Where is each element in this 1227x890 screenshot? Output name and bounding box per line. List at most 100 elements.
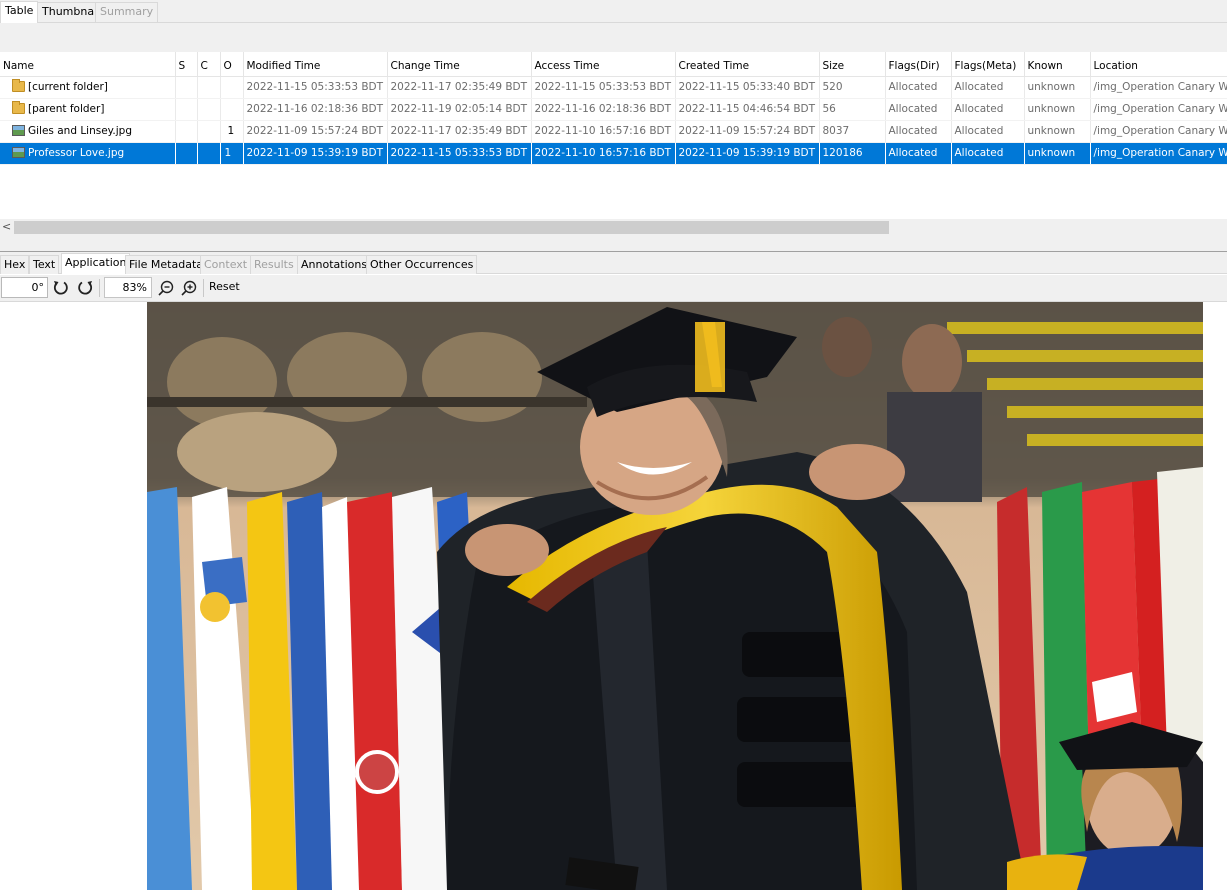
table-row[interactable]: [current folder] 2022-11-15 05:33:53 BDT…: [0, 76, 1227, 99]
column-header-known[interactable]: Known: [1024, 52, 1091, 77]
tab-summary[interactable]: Summary: [95, 2, 159, 22]
file-name: Professor Love.jpg: [28, 147, 125, 159]
tab-annotations[interactable]: Annotations: [297, 255, 372, 274]
split-pane-divider[interactable]: [0, 236, 1227, 252]
column-header-s[interactable]: S: [175, 52, 198, 77]
column-header-c[interactable]: C: [197, 52, 221, 77]
cell-s: [175, 142, 198, 165]
cell-name: [parent folder]: [0, 98, 176, 121]
cell-flags-dir: Allocated: [885, 98, 952, 121]
cell-created-time: 2022-11-09 15:39:19 BDT: [675, 142, 820, 165]
column-header-flags-dir[interactable]: Flags(Dir): [885, 52, 952, 77]
column-header-created-time[interactable]: Created Time: [675, 52, 820, 77]
cell-modified-time: 2022-11-09 15:39:19 BDT: [243, 142, 388, 165]
cell-flags-meta: Allocated: [951, 142, 1025, 165]
cell-o: [220, 76, 244, 99]
column-header-modified-time[interactable]: Modified Time: [243, 52, 388, 77]
cell-created-time: 2022-11-15 04:46:54 BDT: [675, 98, 820, 121]
table-horizontal-scrollbar[interactable]: <: [0, 219, 1227, 236]
graduation-photo: [147, 302, 1203, 890]
tab-other-occurrences[interactable]: Other Occurrences: [366, 255, 478, 274]
column-header-flags-meta[interactable]: Flags(Meta): [951, 52, 1025, 77]
cell-size: 56: [819, 98, 886, 121]
table-row[interactable]: [parent folder] 2022-11-16 02:18:36 BDT …: [0, 98, 1227, 121]
cell-change-time: 2022-11-17 02:35:49 BDT: [387, 120, 532, 143]
tab-text[interactable]: Text: [29, 255, 60, 274]
zoom-out-icon[interactable]: [155, 277, 177, 299]
cell-location: /img_Operation Canary Wha: [1090, 120, 1227, 143]
cell-created-time: 2022-11-15 05:33:40 BDT: [675, 76, 820, 99]
file-name: Giles and Linsey.jpg: [28, 125, 132, 137]
cell-access-time: 2022-11-10 16:57:16 BDT: [531, 120, 676, 143]
cell-access-time: 2022-11-10 16:57:16 BDT: [531, 142, 676, 165]
cell-location: /img_Operation Canary Wha: [1090, 142, 1227, 165]
image-file-icon: [12, 147, 25, 158]
cell-name: [current folder]: [0, 76, 176, 99]
column-header-size[interactable]: Size: [819, 52, 886, 77]
tab-context[interactable]: Context: [200, 255, 252, 274]
cell-c: [197, 98, 221, 121]
rotate-left-icon[interactable]: [50, 277, 72, 299]
zoom-in-icon[interactable]: [178, 277, 200, 299]
cell-modified-time: 2022-11-16 02:18:36 BDT: [243, 98, 388, 121]
cell-name: Professor Love.jpg: [0, 142, 176, 165]
cell-o: 1: [220, 142, 244, 165]
cell-flags-dir: Allocated: [885, 76, 952, 99]
folder-icon: [12, 101, 25, 114]
toolbar-separator: [99, 279, 100, 297]
cell-size: 520: [819, 76, 886, 99]
cell-change-time: 2022-11-17 02:35:49 BDT: [387, 76, 532, 99]
scroll-left-arrow-icon[interactable]: <: [2, 220, 11, 233]
table-row[interactable]: Giles and Linsey.jpg 1 2022-11-09 15:57:…: [0, 120, 1227, 143]
cell-size: 120186: [819, 142, 886, 165]
cell-o: [220, 98, 244, 121]
content-viewer-tabs: Hex Text Application File Metadata Conte…: [0, 252, 1227, 274]
image-file-icon: [12, 125, 25, 136]
cell-name: Giles and Linsey.jpg: [0, 120, 176, 143]
tab-hex[interactable]: Hex: [0, 255, 30, 274]
image-viewer-toolbar: 0° 83% Reset: [0, 275, 1227, 302]
zoom-level-field[interactable]: 83%: [104, 277, 152, 298]
cell-known: unknown: [1024, 142, 1091, 165]
cell-c: [197, 76, 221, 99]
cell-flags-dir: Allocated: [885, 120, 952, 143]
column-header-change-time[interactable]: Change Time: [387, 52, 532, 77]
cell-modified-time: 2022-11-15 05:33:53 BDT: [243, 76, 388, 99]
column-header-o[interactable]: O: [220, 52, 244, 77]
cell-flags-meta: Allocated: [951, 76, 1025, 99]
cell-change-time: 2022-11-15 05:33:53 BDT: [387, 142, 532, 165]
cell-access-time: 2022-11-16 02:18:36 BDT: [531, 98, 676, 121]
cell-size: 8037: [819, 120, 886, 143]
cell-flags-meta: Allocated: [951, 98, 1025, 121]
rotate-right-icon[interactable]: [74, 277, 96, 299]
column-header-access-time[interactable]: Access Time: [531, 52, 676, 77]
column-header-location[interactable]: Location: [1090, 52, 1227, 77]
cell-location: /img_Operation Canary Wha: [1090, 98, 1227, 121]
table-header-row: Name S C O Modified Time Change Time Acc…: [0, 52, 1227, 77]
image-viewer: [0, 302, 1227, 890]
cell-known: unknown: [1024, 76, 1091, 99]
file-table: Name S C O Modified Time Change Time Acc…: [0, 52, 1227, 219]
tab-application[interactable]: Application: [61, 253, 131, 274]
cell-created-time: 2022-11-09 15:57:24 BDT: [675, 120, 820, 143]
table-row-selected[interactable]: Professor Love.jpg 1 2022-11-09 15:39:19…: [0, 142, 1227, 165]
scrollbar-thumb[interactable]: [14, 221, 889, 234]
cell-s: [175, 120, 198, 143]
cell-c: [197, 120, 221, 143]
tab-file-metadata[interactable]: File Metadata: [125, 255, 207, 274]
cell-change-time: 2022-11-19 02:05:14 BDT: [387, 98, 532, 121]
result-view-tabs: Table Thumbnail Summary: [0, 0, 1227, 23]
cell-location: /img_Operation Canary Wha: [1090, 76, 1227, 99]
reset-button[interactable]: Reset: [209, 280, 240, 293]
cell-known: unknown: [1024, 98, 1091, 121]
tab-results[interactable]: Results: [250, 255, 298, 274]
column-header-name[interactable]: Name: [0, 52, 176, 77]
cell-c: [197, 142, 221, 165]
cell-flags-dir: Allocated: [885, 142, 952, 165]
cell-s: [175, 98, 198, 121]
folder-icon: [12, 79, 25, 92]
tab-table[interactable]: Table: [0, 1, 39, 23]
toolbar-separator: [203, 279, 204, 297]
rotation-field[interactable]: 0°: [1, 277, 48, 298]
table-top-spacer: [0, 23, 1227, 52]
